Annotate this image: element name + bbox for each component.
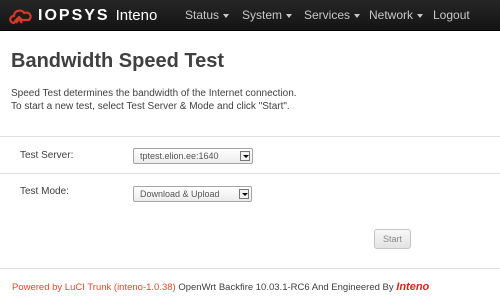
footer-divider [0, 268, 500, 269]
section-divider [0, 136, 500, 137]
nav-services-menu[interactable]: Services [304, 0, 361, 31]
nav-status-menu[interactable]: Status [185, 0, 230, 31]
footer: Powered by LuCI Trunk (inteno-1.0.38) Op… [12, 281, 429, 293]
caret-down-icon [286, 13, 293, 18]
row-divider [0, 173, 500, 174]
test-server-select[interactable]: tptest.elion.ee:1640 [133, 148, 253, 164]
description-line: To start a new test, select Test Server … [11, 101, 290, 112]
start-button[interactable]: Start [374, 229, 411, 249]
dropdown-arrow-icon [240, 151, 250, 161]
cloud-logo-icon [9, 9, 32, 24]
caret-down-icon [354, 13, 361, 18]
test-mode-label: Test Mode: [20, 186, 69, 197]
nav-network-menu[interactable]: Network [369, 0, 424, 31]
brand-subname: Inteno [115, 7, 158, 24]
nav-logout-label: Logout [433, 8, 470, 22]
powered-by-link[interactable]: Powered by LuCI Trunk (inteno-1.0.38) [12, 282, 176, 293]
nav-status-label: Status [185, 8, 220, 22]
brand-logo[interactable]: IOPSYS Inteno [8, 4, 157, 27]
test-mode-select[interactable]: Download & Upload [133, 186, 252, 202]
test-server-label: Test Server: [20, 150, 74, 161]
brand-name: IOPSYS [38, 6, 110, 24]
test-server-value: tptest.elion.ee:1640 [140, 151, 219, 161]
caret-down-icon [223, 13, 230, 18]
nav-system-label: System [242, 8, 283, 22]
description-line: Speed Test determines the bandwidth of t… [11, 88, 297, 99]
nav-logout-link[interactable]: Logout [433, 0, 470, 31]
nav-system-menu[interactable]: System [242, 0, 293, 31]
page-title: Bandwidth Speed Test [11, 50, 224, 72]
inteno-logo: Inteno [396, 281, 430, 293]
caret-down-icon [417, 13, 424, 18]
nav-network-label: Network [369, 8, 414, 22]
test-mode-value: Download & Upload [140, 189, 220, 199]
page-description: Speed Test determines the bandwidth of t… [11, 87, 491, 113]
footer-text: OpenWrt Backfire 10.03.1-RC6 And Enginee… [175, 282, 397, 293]
nav-services-label: Services [304, 8, 351, 22]
dropdown-arrow-icon [239, 189, 249, 199]
top-navbar: IOPSYS Inteno Status System Services Net… [0, 0, 500, 31]
